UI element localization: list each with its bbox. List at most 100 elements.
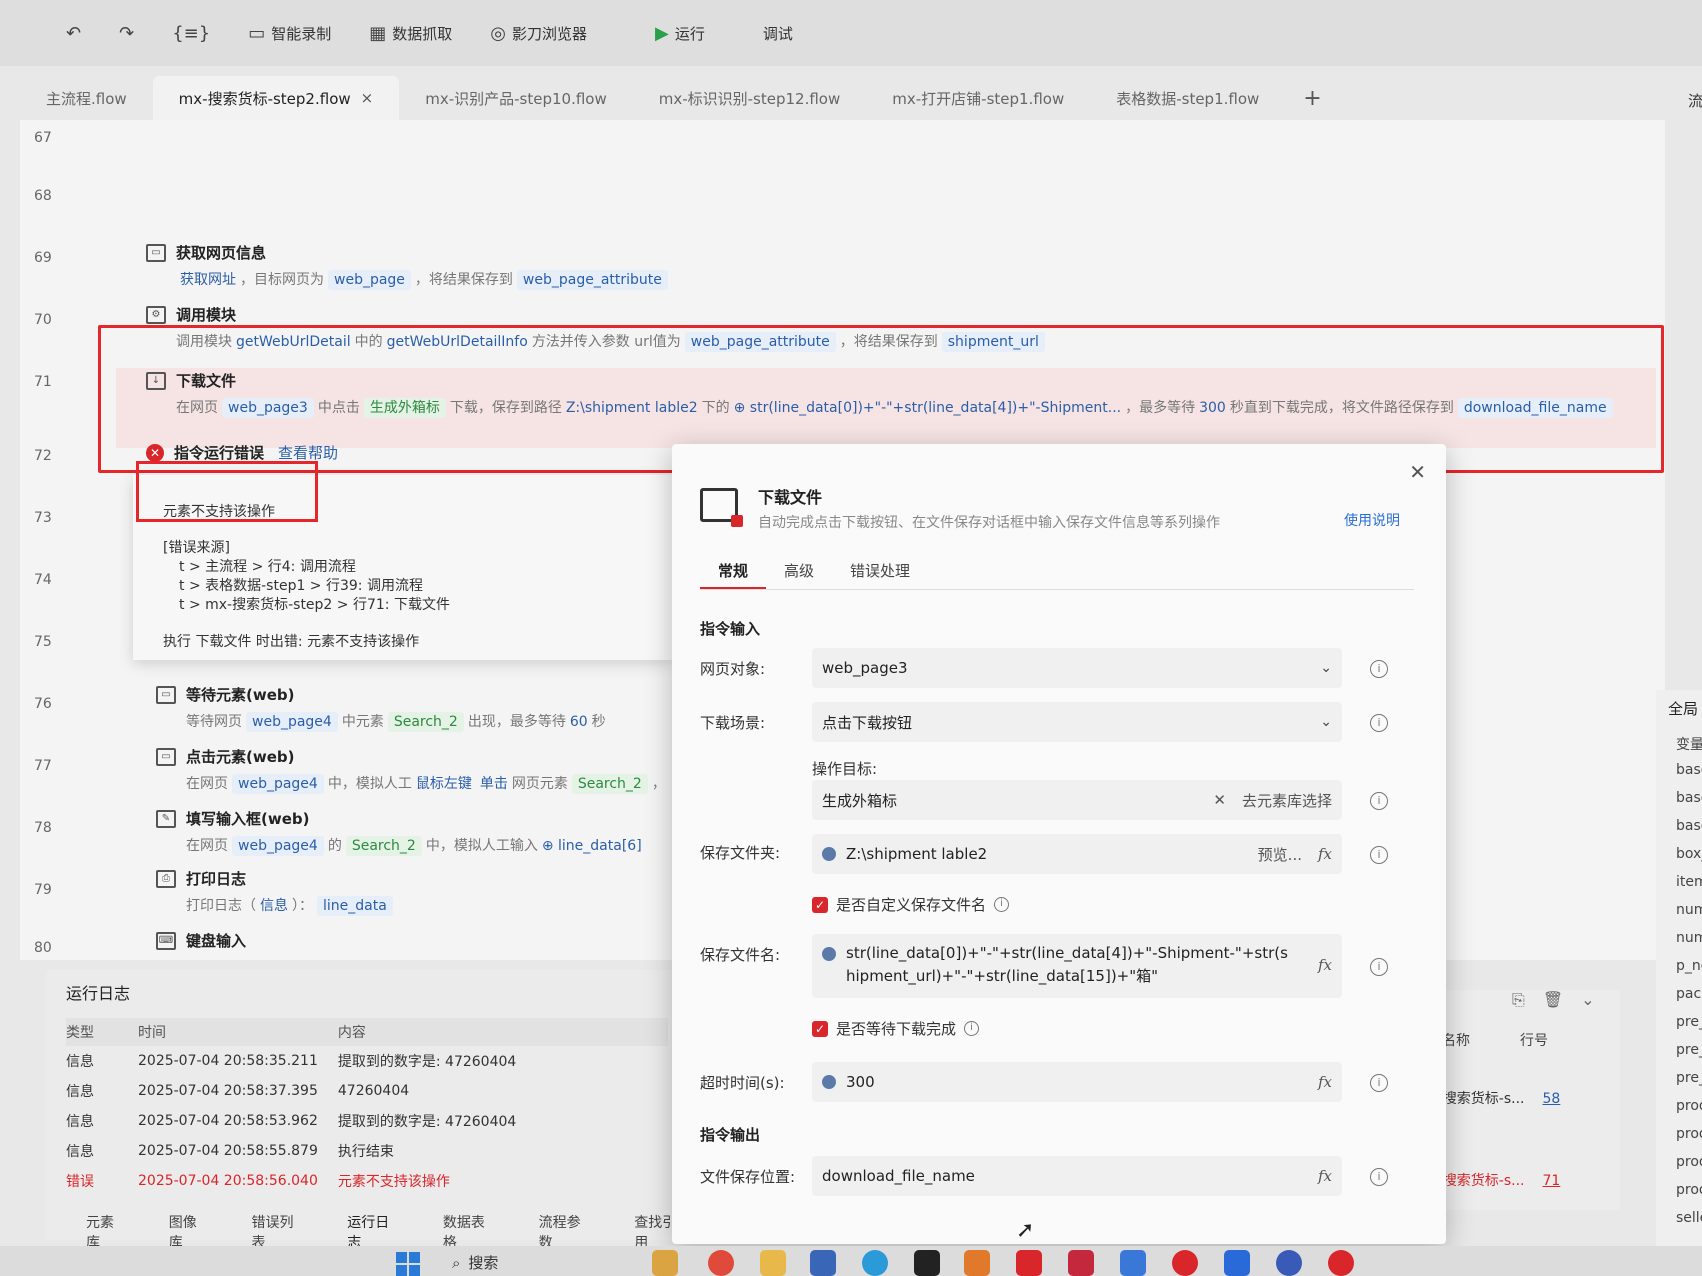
variable-item[interactable]: p_no_ bbox=[1676, 958, 1702, 974]
variable-item[interactable]: pre_s bbox=[1676, 1042, 1702, 1058]
folder-icon[interactable] bbox=[760, 1250, 786, 1276]
tab-advanced[interactable]: 高级 bbox=[766, 554, 832, 590]
custom-filename-checkbox[interactable]: ✓ 是否自定义保存文件名 i bbox=[812, 894, 1010, 915]
chrome-icon[interactable] bbox=[708, 1250, 734, 1276]
variable-item[interactable]: numb bbox=[1676, 902, 1702, 918]
variable-item[interactable]: pre_s bbox=[1676, 1014, 1702, 1030]
info-icon[interactable]: i bbox=[1370, 846, 1388, 864]
fx-icon[interactable]: fx bbox=[1318, 954, 1332, 977]
export-icon[interactable]: ⎘ bbox=[1512, 990, 1525, 1010]
variable-item[interactable]: produ bbox=[1676, 1126, 1702, 1142]
info-icon[interactable]: i bbox=[1370, 660, 1388, 678]
variable-item[interactable]: base bbox=[1676, 790, 1702, 806]
module-icon: ⚙ bbox=[146, 305, 166, 324]
terminal-icon[interactable] bbox=[914, 1250, 940, 1276]
info-icon[interactable]: i bbox=[1370, 958, 1388, 976]
info-icon[interactable]: i bbox=[1370, 1168, 1388, 1186]
taskbar-app-icon[interactable] bbox=[1068, 1250, 1094, 1276]
table-row-error[interactable]: 错误 2025-07-04 20:58:56.040 元素不支持该操作 bbox=[66, 1166, 668, 1196]
close-icon[interactable]: ✕ bbox=[1409, 460, 1426, 484]
notepad-icon[interactable] bbox=[1120, 1250, 1146, 1276]
step-fill-input-web[interactable]: ✎ 填写输入框(web) 在网页 web_page4 的 Search_2 中，模拟人工输… bbox=[156, 808, 646, 856]
step-keyboard-input[interactable]: ⌨ 键盘输入 bbox=[156, 930, 246, 951]
variable-item[interactable]: numb bbox=[1676, 930, 1702, 946]
tab-mark-identify-step12[interactable]: mx-标识识别-step12.flow bbox=[633, 76, 867, 120]
taskbar-app-icon[interactable] bbox=[964, 1250, 990, 1276]
clear-icon[interactable]: ✕ bbox=[1213, 791, 1226, 809]
store-icon[interactable] bbox=[810, 1250, 836, 1276]
operation-target-field[interactable]: 生成外箱标 ✕ 去元素库选择 bbox=[812, 780, 1342, 820]
variable-item[interactable]: base bbox=[1676, 818, 1702, 834]
data-capture-button[interactable]: ▦ 数据抓取 bbox=[353, 13, 468, 53]
python-icon bbox=[822, 847, 836, 861]
step-click-element-web[interactable]: ▭ 点击元素(web) 在网页 web_page4 中，模拟人工 鼠标左键 单击 网页元素 S… bbox=[156, 746, 666, 794]
run-button[interactable]: ▶ 运行 bbox=[639, 13, 721, 53]
info-icon[interactable]: i bbox=[964, 1021, 980, 1036]
table-row[interactable]: 信息 2025-07-04 20:58:53.962 提取到的数字是: 472604… bbox=[66, 1106, 668, 1136]
usage-help-link[interactable]: 使用说明 bbox=[1344, 510, 1400, 530]
windows-start-icon[interactable] bbox=[396, 1252, 420, 1276]
timeout-field[interactable]: 300 fx bbox=[812, 1062, 1342, 1102]
add-tab-button[interactable]: + bbox=[1285, 86, 1339, 111]
close-icon[interactable]: × bbox=[361, 89, 374, 107]
wait-download-checkbox[interactable]: ✓ 是否等待下载完成 i bbox=[812, 1018, 980, 1039]
tab-table-data-step1[interactable]: 表格数据-step1.flow bbox=[1090, 76, 1285, 120]
edit-icon: ✎ bbox=[156, 809, 176, 828]
wps-icon[interactable] bbox=[1016, 1250, 1042, 1276]
variable-item[interactable]: seller_i bbox=[1676, 1210, 1702, 1226]
chevron-down-icon[interactable]: ⌄ bbox=[1581, 990, 1594, 1010]
redo-button[interactable]: ↷ bbox=[103, 13, 150, 53]
tab-general[interactable]: 常规 bbox=[700, 554, 767, 590]
info-icon[interactable]: i bbox=[1370, 714, 1388, 732]
table-row[interactable]: 信息 2025-07-04 20:58:35.211 提取到的数字是: 472604… bbox=[66, 1046, 668, 1076]
info-icon[interactable]: i bbox=[994, 897, 1010, 912]
fx-icon[interactable]: fx bbox=[1318, 845, 1332, 863]
video-icon: ▭ bbox=[248, 22, 266, 44]
pick-from-element-library-button[interactable]: 去元素库选择 bbox=[1242, 790, 1332, 811]
undo-button[interactable]: ↶ bbox=[50, 13, 97, 53]
download-scene-select[interactable]: 点击下载按钮 ⌄ bbox=[812, 702, 1342, 742]
variable-item[interactable]: packa bbox=[1676, 986, 1702, 1002]
fx-icon[interactable]: fx bbox=[1318, 1073, 1332, 1091]
step-get-webpage-info[interactable]: ▭ 获取网页信息 获取网址 ，目标网页为 web_page ，将结果保存到 web_pag… bbox=[146, 242, 672, 290]
shadow-browser-button[interactable]: ◎ 影刀浏览器 bbox=[474, 13, 603, 53]
file-save-location-field[interactable]: download_file_name fx bbox=[812, 1156, 1342, 1196]
taskbar-app-icon[interactable] bbox=[1328, 1250, 1354, 1276]
tab-error-handling[interactable]: 错误处理 bbox=[832, 554, 928, 590]
preview-button[interactable]: 预览... bbox=[1258, 844, 1302, 865]
list-item[interactable]: <-搜索货标-s... 71 bbox=[1426, 1170, 1560, 1190]
debug-button[interactable]: 调试 bbox=[747, 13, 809, 53]
variable-item[interactable]: item_ bbox=[1676, 874, 1702, 890]
info-icon[interactable]: i bbox=[1370, 1074, 1388, 1092]
smart-record-button[interactable]: ▭ 智能录制 bbox=[232, 13, 347, 53]
info-icon[interactable]: i bbox=[1370, 792, 1388, 810]
variable-item[interactable]: base bbox=[1676, 762, 1702, 778]
trash-icon[interactable]: 🗑 bbox=[1543, 990, 1563, 1010]
taskbar-search[interactable]: ⌕ 搜索 bbox=[452, 1252, 498, 1273]
web-object-select[interactable]: web_page3 ⌄ bbox=[812, 648, 1342, 688]
table-row[interactable]: 信息 2025-07-04 20:58:37.395 47260404 bbox=[66, 1076, 668, 1106]
variable-item[interactable]: produ bbox=[1676, 1098, 1702, 1114]
variable-item[interactable]: produ bbox=[1676, 1182, 1702, 1198]
taskbar-app-icon[interactable] bbox=[652, 1250, 678, 1276]
taskbar-app-icon[interactable] bbox=[1172, 1250, 1198, 1276]
tab-open-store-step1[interactable]: mx-打开店铺-step1.flow bbox=[866, 76, 1090, 120]
tab-identify-product-step10[interactable]: mx-识别产品-step10.flow bbox=[399, 76, 633, 120]
tab-main-flow[interactable]: 主流程.flow bbox=[20, 76, 153, 120]
variable-item[interactable]: pre_s bbox=[1676, 1070, 1702, 1086]
step-print-log[interactable]: ⎙ 打印日志 打印日志（ 信息）： line_data bbox=[156, 868, 397, 916]
save-filename-field[interactable]: str(line_data[0])+"-"+str(line_data[4])+… bbox=[812, 934, 1342, 998]
error-summary: 执行 下载文件 时出错: 元素不支持该操作 bbox=[163, 634, 420, 650]
step-wait-element-web[interactable]: ▭ 等待元素(web) 等待网页 web_page4 中元素 Search_2 出现，最多… bbox=[156, 684, 606, 732]
taskbar-app-icon[interactable] bbox=[1224, 1250, 1250, 1276]
format-button[interactable]: {≡} bbox=[156, 13, 226, 53]
edge-icon[interactable] bbox=[862, 1250, 888, 1276]
taskbar-app-icon[interactable] bbox=[1276, 1250, 1302, 1276]
list-item[interactable]: <-搜索货标-s... 58 bbox=[1426, 1088, 1560, 1108]
table-row[interactable]: 信息 2025-07-04 20:58:55.879 执行结束 bbox=[66, 1136, 668, 1166]
variable-item[interactable]: produ bbox=[1676, 1154, 1702, 1170]
fx-icon[interactable]: fx bbox=[1318, 1167, 1332, 1185]
variable-item[interactable]: box_ bbox=[1676, 846, 1702, 862]
tab-search-label-step2[interactable]: mx-搜索货标-step2.flow × bbox=[152, 76, 400, 120]
save-folder-field[interactable]: Z:\shipment lable2 预览... fx bbox=[812, 834, 1342, 874]
